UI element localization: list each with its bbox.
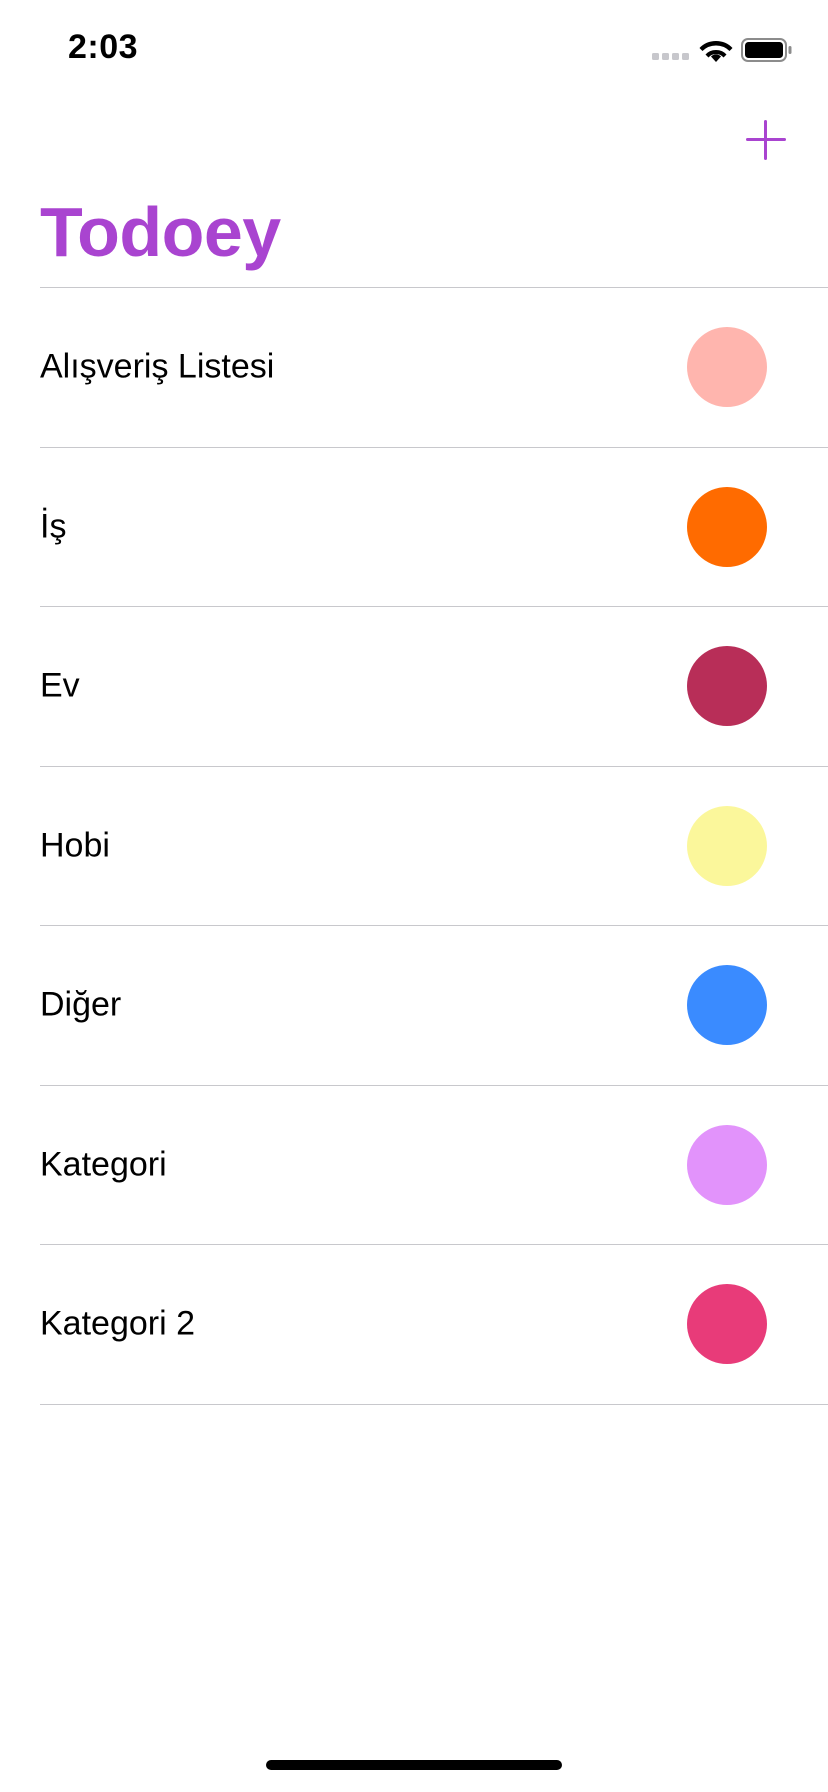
- category-name: Diğer: [40, 985, 122, 1024]
- add-category-button[interactable]: [744, 118, 788, 162]
- category-color-swatch: [687, 965, 767, 1046]
- category-color-swatch: [687, 486, 767, 567]
- category-color-swatch: [687, 1124, 767, 1205]
- category-color-swatch: [687, 646, 767, 727]
- status-bar: 2:03: [0, 0, 828, 100]
- category-list: Alışveriş Listesi İş Ev Hobi Diğer Kategori Ka…: [40, 287, 828, 1405]
- category-row[interactable]: Kategori 2: [40, 1245, 828, 1405]
- status-time: 2:03: [68, 28, 139, 66]
- wifi-icon: [699, 41, 733, 62]
- category-row[interactable]: Kategori: [40, 1086, 828, 1245]
- category-name: Kategori: [40, 1145, 167, 1184]
- page-title: Todoey: [40, 193, 281, 271]
- category-name: İş: [40, 507, 67, 546]
- category-row[interactable]: Hobi: [40, 767, 828, 926]
- category-color-swatch: [687, 327, 767, 408]
- cellular-signal-icon: [652, 53, 689, 60]
- category-row[interactable]: İş: [40, 448, 828, 607]
- category-color-swatch: [687, 805, 767, 886]
- category-name: Alışveriş Listesi: [40, 347, 275, 386]
- category-name: Hobi: [40, 826, 110, 865]
- category-row[interactable]: Ev: [40, 607, 828, 767]
- category-row[interactable]: Alışveriş Listesi: [40, 288, 828, 448]
- battery-icon: [741, 38, 792, 62]
- category-name: Ev: [40, 666, 80, 705]
- category-name: Kategori 2: [40, 1304, 195, 1343]
- category-color-swatch: [687, 1284, 767, 1365]
- home-indicator[interactable]: [266, 1760, 562, 1770]
- category-row[interactable]: Diğer: [40, 926, 828, 1086]
